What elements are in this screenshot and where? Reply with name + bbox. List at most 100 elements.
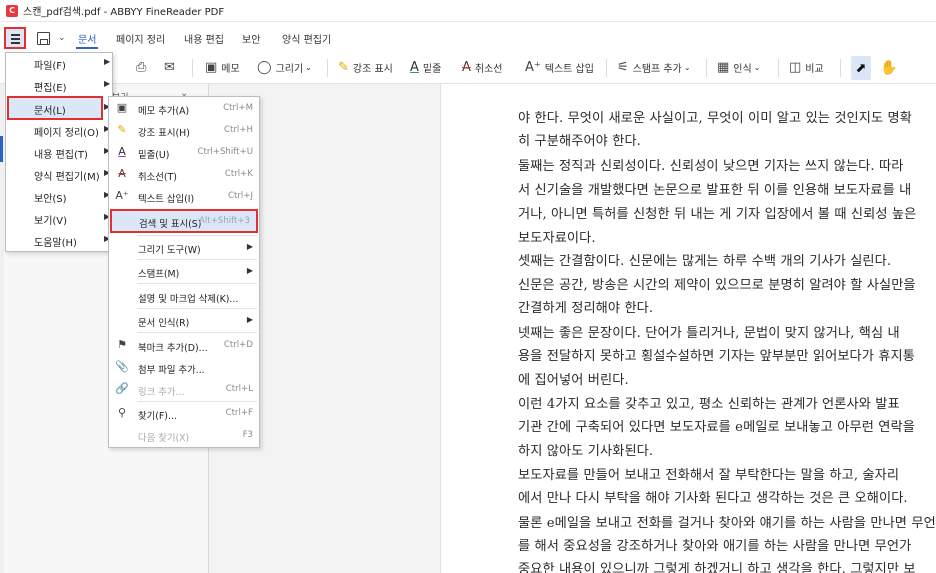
- submenu-item-stamp[interactable]: 스탬프(M) ▶: [109, 261, 259, 282]
- chevron-right-icon: ▶: [246, 315, 253, 324]
- memo-icon: ▣: [205, 60, 218, 75]
- document-line: 신문은 공간, 방송은 시간의 제약이 있으므로 분명히 알려야 할 사실만을: [518, 278, 916, 293]
- active-tab-indicator: [76, 47, 98, 49]
- submenu-item-drawing-tools[interactable]: 그리기 도구(W) ▶: [109, 237, 259, 258]
- recognize-button[interactable]: ▦ 인식 ⌄: [717, 60, 760, 75]
- submenu-item-delete-markup[interactable]: 설명 및 마크업 삭제(K)...: [109, 286, 259, 307]
- tab-page-organize[interactable]: 페이지 정리: [116, 31, 165, 46]
- menu-item-page-organize[interactable]: 페이지 정리(O)▶: [6, 120, 112, 142]
- document-line: 보도자료를 만들어 보내고 전화해서 잘 부탁한다는 말을 하고, 술자리: [518, 468, 900, 483]
- save-icon[interactable]: [37, 32, 50, 45]
- insert-text-icon: A⁺: [525, 60, 541, 75]
- window-title: 스캔_pdf검색.pdf - ABBYY FineReader PDF: [23, 7, 225, 18]
- document-line: 보도자료이다.: [518, 231, 596, 246]
- document-line: 에 집어넣어 버린다.: [518, 373, 629, 388]
- stamp-icon: ⚟: [617, 60, 629, 75]
- menu-item-security[interactable]: 보안(S)▶: [6, 186, 112, 208]
- submenu-item-add-link[interactable]: 🔗 링크 추가... Ctrl+L: [109, 379, 259, 400]
- shape-icon: ◯: [257, 60, 272, 75]
- email-button[interactable]: ✉: [164, 60, 179, 75]
- main-menu: 파일(F)▶ 편집(E)▶ 문서(L) ▶ 페이지 정리(O)▶ 내용 편집(T…: [5, 52, 113, 252]
- underline-icon: A: [118, 145, 126, 158]
- menu-item-content-edit[interactable]: 내용 편집(T)▶: [6, 142, 112, 164]
- submenu-item-add-bookmark[interactable]: ⚑ 북마크 추가(D)... Ctrl+D: [109, 335, 259, 356]
- nav-active-marker: [0, 136, 3, 162]
- submenu-item-recognize-document[interactable]: 문서 인식(R) ▶: [109, 310, 259, 331]
- menu-item-file[interactable]: 파일(F) ▶: [6, 53, 112, 75]
- chevron-right-icon: ▶: [246, 242, 253, 251]
- document-line: 중요한 내용이 있으니까 그렇게 하겠거니 하고 생각을 한다. 그렇지만 보: [518, 562, 916, 573]
- menu-item-view[interactable]: 보기(V)▶: [6, 208, 112, 230]
- submenu-item-underline[interactable]: A 밑줄(U) Ctrl+Shift+U: [109, 142, 259, 163]
- menu-item-document[interactable]: 문서(L): [7, 96, 103, 120]
- submenu-item-insert-text[interactable]: A⁺ 텍스트 삽입(I) Ctrl+J: [109, 186, 259, 207]
- submenu-item-find[interactable]: ⚲ 찾기(F)... Ctrl+F: [109, 403, 259, 424]
- highlighter-icon: ✎: [338, 60, 349, 75]
- paperclip-icon: 📎: [115, 360, 129, 373]
- main-menu-button[interactable]: [4, 27, 26, 49]
- document-line: 히 구분해주어야 한다.: [518, 134, 641, 149]
- chevron-right-icon: ▶: [246, 266, 253, 275]
- strikeout-icon: A: [462, 60, 471, 75]
- chevron-right-icon: ▶: [104, 57, 111, 66]
- draw-button[interactable]: ◯ 그리기 ⌄: [257, 60, 312, 75]
- highlight-button[interactable]: ✎ 강조 표시: [338, 60, 393, 75]
- menu-item-help[interactable]: 도움말(H)▶: [6, 230, 112, 252]
- document-line: 넷째는 좋은 문장이다. 단어가 틀리거나, 문법이 맞지 않거나, 핵심 내: [518, 326, 900, 341]
- submenu-item-find-next[interactable]: 다음 찾기(X) F3: [109, 425, 259, 446]
- printer-icon: ⎙: [136, 60, 147, 75]
- document-line: 간결하게 정리해야 한다.: [518, 301, 654, 316]
- tab-document[interactable]: 문서: [78, 31, 96, 46]
- document-line: 둘째는 정직과 신뢰성이다. 신뢰성이 낮으면 기자는 쓰지 않는다. 따라: [518, 159, 904, 174]
- document-line: 서 신기술을 개발했다면 논문으로 발표한 뒤 이를 인용해 보도자료를 내: [518, 183, 912, 198]
- tab-form-editor[interactable]: 양식 편집기: [282, 31, 331, 46]
- menu-item-form-editor[interactable]: 양식 편집기(M)▶: [6, 164, 112, 186]
- document-submenu: ▣ 메모 추가(A) Ctrl+M ✎ 강조 표시(H) Ctrl+H A 밑줄(U) Ct…: [108, 96, 260, 448]
- chevron-right-icon: ▶: [104, 79, 111, 88]
- hamburger-icon: [11, 34, 20, 36]
- document-line: 거나, 아니면 특허를 신청한 뒤 내는 게 기자 입장에서 볼 때 신뢰성 높…: [518, 207, 917, 222]
- chevron-down-icon: ⌄: [305, 63, 312, 72]
- compare-icon: ◫: [789, 60, 802, 75]
- submenu-item-add-attachment[interactable]: 📎 첨부 파일 추가...: [109, 357, 259, 378]
- cursor-arrow-icon: ⬈: [855, 60, 867, 76]
- title-bar: C 스캔_pdf검색.pdf - ABBYY FineReader PDF: [0, 0, 936, 22]
- tab-content-edit[interactable]: 내용 편집: [184, 31, 224, 46]
- menu-item-edit[interactable]: 편집(E) ▶: [6, 75, 112, 97]
- strikeout-button[interactable]: A 취소선: [462, 60, 503, 75]
- memo-icon: ▣: [116, 101, 128, 114]
- underline-icon: A: [410, 60, 419, 75]
- stamp-button[interactable]: ⚟ 스탬프 추가 ⌄: [617, 60, 691, 75]
- highlighter-icon: ✎: [117, 123, 127, 136]
- tab-security[interactable]: 보안: [242, 31, 260, 46]
- document-line: 셋째는 간결함이다. 신문에는 많게는 하루 수백 개의 기사가 실린다.: [518, 254, 892, 269]
- document-line: 이런 4가지 요소를 갖추고 있고, 평소 신뢰하는 관계가 언론사와 발표: [518, 397, 900, 412]
- submenu-item-highlight[interactable]: ✎ 강조 표시(H) Ctrl+H: [109, 120, 259, 141]
- document-line: 야 한다. 무엇이 새로운 사실이고, 무엇이 이미 알고 있는 것인지도 명확: [518, 111, 913, 126]
- compare-button[interactable]: ◫ 비교: [789, 60, 824, 75]
- recognize-icon: ▦: [717, 60, 730, 75]
- memo-button[interactable]: ▣ 메모: [205, 60, 240, 75]
- document-line: 용을 전달하지 못하고 횡설수설하면 기자는 앞부분만 읽어보다가 휴지통: [518, 349, 916, 364]
- hand-icon: ✋: [880, 60, 898, 76]
- insert-text-button[interactable]: A⁺ 텍스트 삽입: [525, 60, 594, 75]
- document-line: 에서 만나 다시 부탁을 해야 기사화 된다고 생각하는 것은 큰 오해이다.: [518, 491, 908, 506]
- select-tool-button[interactable]: ⬈: [851, 56, 871, 80]
- underline-button[interactable]: A 밑줄: [410, 60, 441, 75]
- submenu-item-add-memo[interactable]: ▣ 메모 추가(A) Ctrl+M: [109, 98, 259, 119]
- document-line: 를 해서 중요성을 강조하거나 찾아와 애기를 하는 사람을 만나면 무언가: [518, 539, 912, 554]
- search-icon: ⚲: [117, 406, 127, 419]
- insert-text-icon: A⁺: [115, 189, 129, 202]
- abbyy-app-icon: C: [6, 4, 18, 17]
- link-icon: 🔗: [115, 382, 129, 395]
- submenu-item-search-and-mark[interactable]: 검색 및 표시(S) Alt+Shift+3: [110, 209, 258, 233]
- print-button[interactable]: ⎙: [136, 60, 150, 75]
- chevron-down-icon: ⌄: [683, 63, 691, 72]
- submenu-item-strikeout[interactable]: A 취소선(T) Ctrl+K: [109, 164, 259, 185]
- hand-tool-button[interactable]: ✋: [880, 60, 901, 76]
- document-line: 기관 간에 구축되어 있다면 보도자료를 e메일로 보내놓고 아무런 연락을: [518, 420, 915, 435]
- document-line: 하지 않아도 기사화된다.: [518, 444, 654, 459]
- chevron-down-icon[interactable]: ⌄: [58, 33, 66, 43]
- strikeout-icon: A: [118, 167, 126, 180]
- mail-icon: ✉: [164, 60, 175, 75]
